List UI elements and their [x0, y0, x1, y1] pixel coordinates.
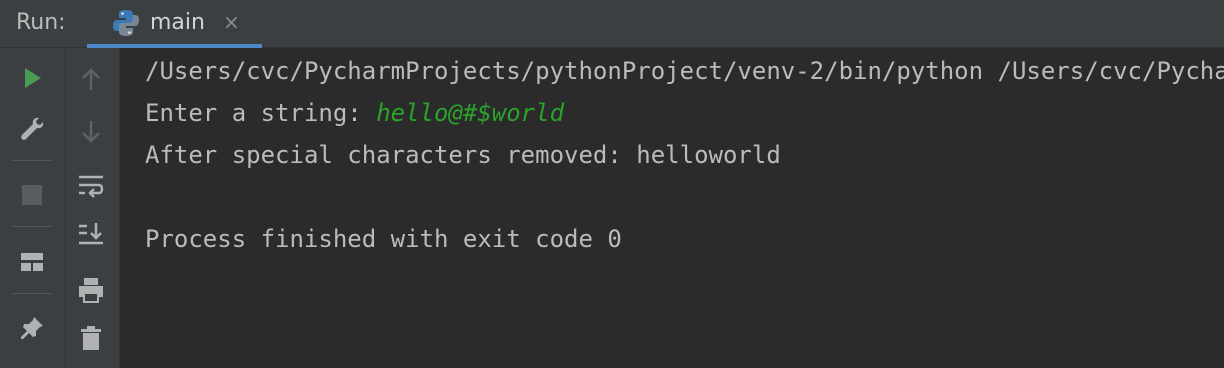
toolbar-separator: [12, 226, 52, 227]
close-icon[interactable]: ×: [223, 10, 240, 34]
run-toolbar-secondary: [64, 48, 119, 368]
layout-icon: [21, 253, 43, 271]
python-icon: [111, 8, 141, 38]
console-line-command: /Users/cvc/PycharmProjects/pythonProject…: [145, 57, 1224, 85]
run-tool-window-header: Run: main ×: [0, 0, 1224, 48]
toolbar-separator: [12, 160, 52, 161]
previous-occurrence-button[interactable]: [71, 60, 111, 100]
next-occurrence-button[interactable]: [71, 111, 111, 151]
console-line-exit: Process finished with exit code 0: [145, 225, 622, 253]
run-toolbar-primary: [0, 48, 64, 368]
console-output[interactable]: /Users/cvc/PycharmProjects/pythonProject…: [120, 48, 1224, 368]
rerun-button[interactable]: [12, 58, 52, 98]
scroll-to-end-icon: [79, 223, 103, 245]
print-button[interactable]: [71, 270, 111, 310]
layout-button[interactable]: [12, 242, 52, 282]
pin-icon: [21, 317, 43, 339]
prompt-text: Enter a string:: [145, 99, 377, 127]
soft-wrap-icon: [79, 175, 104, 198]
console-line-prompt: Enter a string: hello@#$world: [145, 98, 564, 128]
wrench-icon: [21, 117, 44, 140]
rerun-icon: [25, 68, 41, 88]
tab-main-label: main: [150, 10, 205, 35]
modify-run-config-button[interactable]: [12, 109, 52, 149]
scroll-to-end-button[interactable]: [71, 214, 111, 254]
run-tool-window: Run: main × /Users/cvc/PycharmProjects/p…: [0, 0, 1224, 368]
user-input-text: hello@#$world: [376, 99, 565, 127]
run-label: Run:: [16, 10, 66, 35]
pin-tab-button[interactable]: [12, 308, 52, 348]
print-icon: [79, 278, 103, 303]
toolbar-separator: [12, 293, 52, 294]
arrow-up-icon: [82, 68, 100, 90]
tab-main[interactable]: main ×: [87, 0, 262, 48]
arrow-down-icon: [82, 121, 100, 143]
console-line-result: After special characters removed: hellow…: [145, 141, 781, 169]
trash-icon: [81, 326, 101, 350]
soft-wrap-button[interactable]: [71, 166, 111, 206]
stop-button[interactable]: [12, 175, 52, 215]
stop-icon: [22, 185, 42, 205]
clear-all-button[interactable]: [71, 318, 111, 358]
